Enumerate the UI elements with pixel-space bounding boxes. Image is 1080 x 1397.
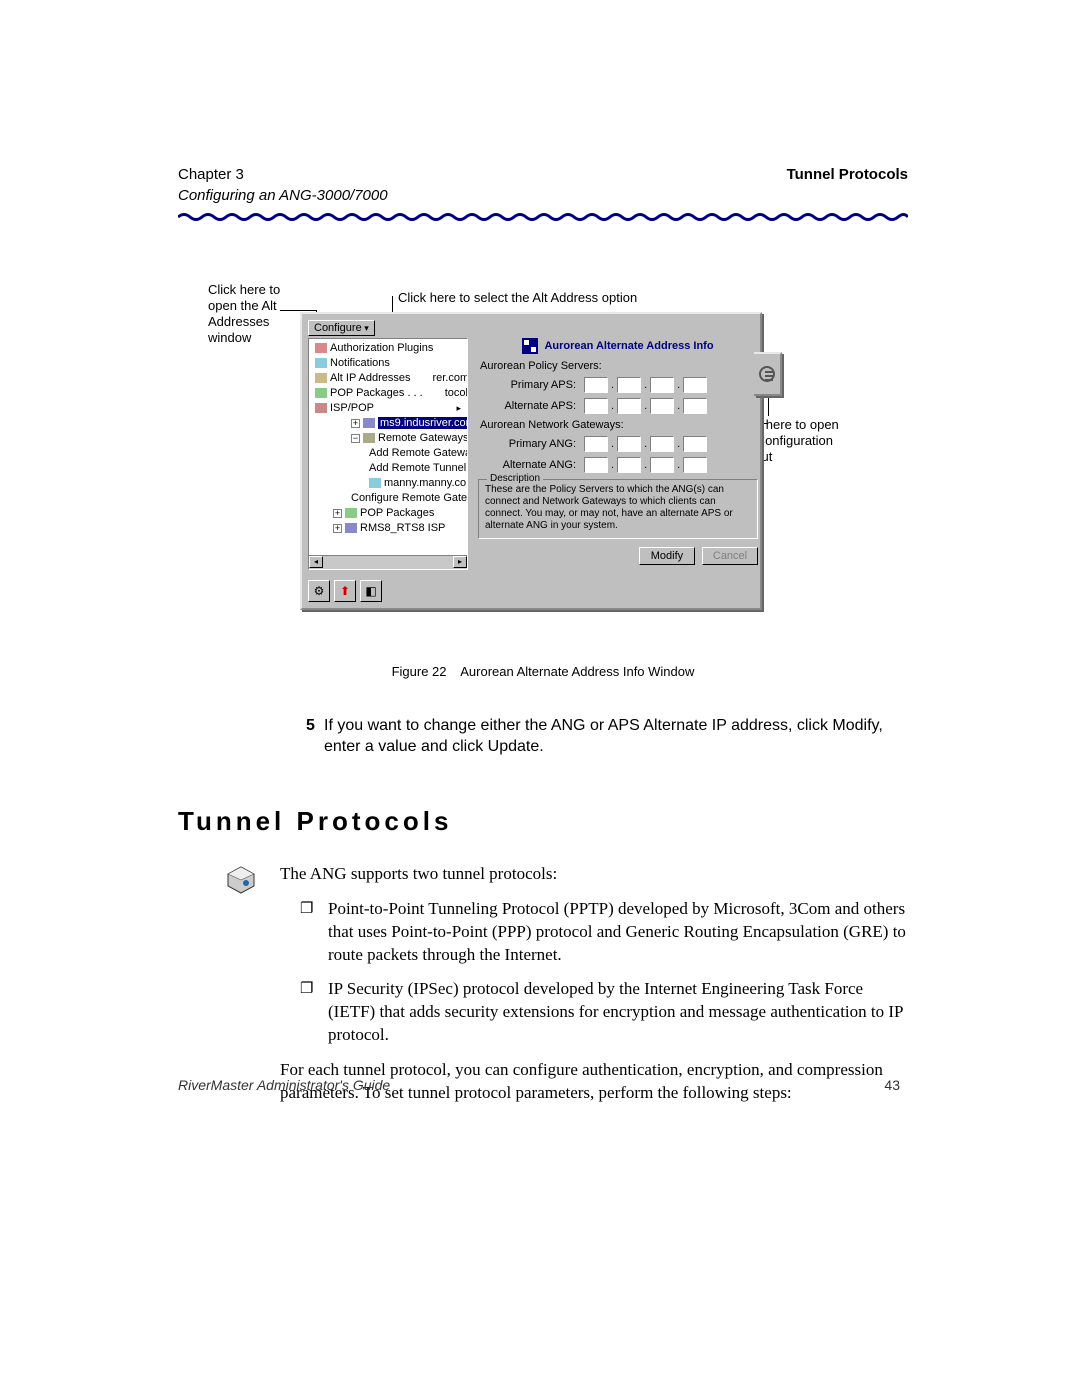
bullet-ipsec: IP Security (IPSec) protocol developed b… bbox=[300, 978, 908, 1047]
tree-icon bbox=[315, 373, 327, 383]
callout-left: Click here to open the Alt Addresses win… bbox=[208, 282, 308, 347]
toolbar-btn-2[interactable]: ⬆ bbox=[334, 580, 356, 602]
tree-item[interactable]: ISP/POP bbox=[311, 401, 465, 416]
tree-item[interactable]: +POP Packages bbox=[311, 506, 465, 521]
tree-icon bbox=[315, 388, 327, 398]
modify-button[interactable]: Modify bbox=[639, 547, 695, 565]
step-text: If you want to change either the ANG or … bbox=[306, 715, 908, 758]
policy-servers-heading: Aurorean Policy Servers: bbox=[480, 360, 758, 372]
panel-title: Aurorean Alternate Address Info bbox=[544, 340, 713, 352]
chapter-label: Chapter 3 bbox=[178, 165, 244, 185]
tree-pane: Authorization PluginsNotificationsAlt IP… bbox=[308, 338, 468, 570]
horizontal-scrollbar[interactable]: ◂ ▸ bbox=[309, 555, 467, 569]
tree-item[interactable]: Authorization Plugins bbox=[311, 341, 465, 356]
figure-label: Figure 22 bbox=[392, 664, 447, 679]
step-number: 5 bbox=[178, 715, 306, 758]
tree-item[interactable]: POP Packages . . .tocols bbox=[311, 386, 465, 401]
network-icon bbox=[522, 338, 538, 354]
scroll-right-button[interactable]: ▸ bbox=[453, 556, 467, 568]
tree-item[interactable]: Notifications bbox=[311, 356, 465, 371]
tree-icon bbox=[363, 433, 375, 443]
figure-caption-text: Aurorean Alternate Address Info Window bbox=[460, 664, 694, 679]
tree-item[interactable]: −Remote Gateways bbox=[311, 431, 465, 446]
tree-item[interactable]: +RMS8_RTS8 ISP bbox=[311, 521, 465, 536]
description-legend: Description bbox=[487, 473, 543, 484]
primary-aps-label: Primary APS: bbox=[496, 379, 576, 391]
gear-icon bbox=[759, 366, 775, 382]
toolbar-btn-3[interactable]: ◧ bbox=[360, 580, 382, 602]
tree-item[interactable]: Add Remote Tunnel.. bbox=[311, 461, 465, 476]
chapter-subtitle: Configuring an ANG-3000/7000 bbox=[178, 187, 908, 204]
tree-item[interactable]: Alt IP Addressesrer.com bbox=[311, 371, 465, 386]
primary-ang-input[interactable]: ... bbox=[584, 436, 707, 452]
alt-address-window: Configure Authorization PluginsNotificat… bbox=[300, 312, 762, 610]
alternate-aps-label: Alternate APS: bbox=[496, 400, 576, 412]
footer-page: 43 bbox=[884, 1077, 900, 1093]
intro-paragraph: The ANG supports two tunnel protocols: bbox=[280, 863, 908, 886]
tree-item[interactable]: Add Remote Gatewa bbox=[311, 446, 465, 461]
tree-item[interactable]: +ms9.indusriver.com bbox=[311, 416, 465, 431]
tree-icon bbox=[363, 418, 375, 428]
tree-icon bbox=[345, 523, 357, 533]
tree-item[interactable]: manny.manny.co bbox=[311, 476, 465, 491]
toolbar-btn-1[interactable]: ⚙ bbox=[308, 580, 330, 602]
section-divider bbox=[178, 212, 908, 222]
network-gateways-heading: Aurorean Network Gateways: bbox=[480, 419, 758, 431]
alternate-aps-input[interactable]: ... bbox=[584, 398, 707, 414]
tree-icon bbox=[315, 403, 327, 413]
alternate-ang-label: Alternate ANG: bbox=[496, 459, 576, 471]
primary-ang-label: Primary ANG: bbox=[496, 438, 576, 450]
tree-item[interactable]: Configure Remote Gatew bbox=[311, 491, 465, 506]
cancel-button: Cancel bbox=[702, 547, 758, 565]
description-text: These are the Policy Servers to which th… bbox=[485, 484, 751, 532]
tree-icon bbox=[315, 358, 327, 368]
scroll-left-button[interactable]: ◂ bbox=[309, 556, 323, 568]
configure-menu[interactable]: Configure bbox=[308, 320, 375, 336]
tree-icon bbox=[369, 478, 381, 488]
callout-top: Click here to select the Alt Address opt… bbox=[398, 290, 698, 306]
topic-label: Tunnel Protocols bbox=[787, 165, 908, 185]
primary-aps-input[interactable]: ... bbox=[584, 377, 707, 393]
alternate-ang-input[interactable]: ... bbox=[584, 457, 707, 473]
footer-guide: RiverMaster Administrator's Guide bbox=[178, 1077, 390, 1093]
bullet-pptp: Point-to-Point Tunneling Protocol (PPTP)… bbox=[300, 898, 908, 967]
tree-icon bbox=[345, 508, 357, 518]
protocol-icon bbox=[226, 863, 262, 1105]
section-heading: Tunnel Protocols bbox=[178, 806, 908, 837]
config-pullout-handle[interactable] bbox=[754, 352, 782, 396]
tree-icon bbox=[315, 343, 327, 353]
